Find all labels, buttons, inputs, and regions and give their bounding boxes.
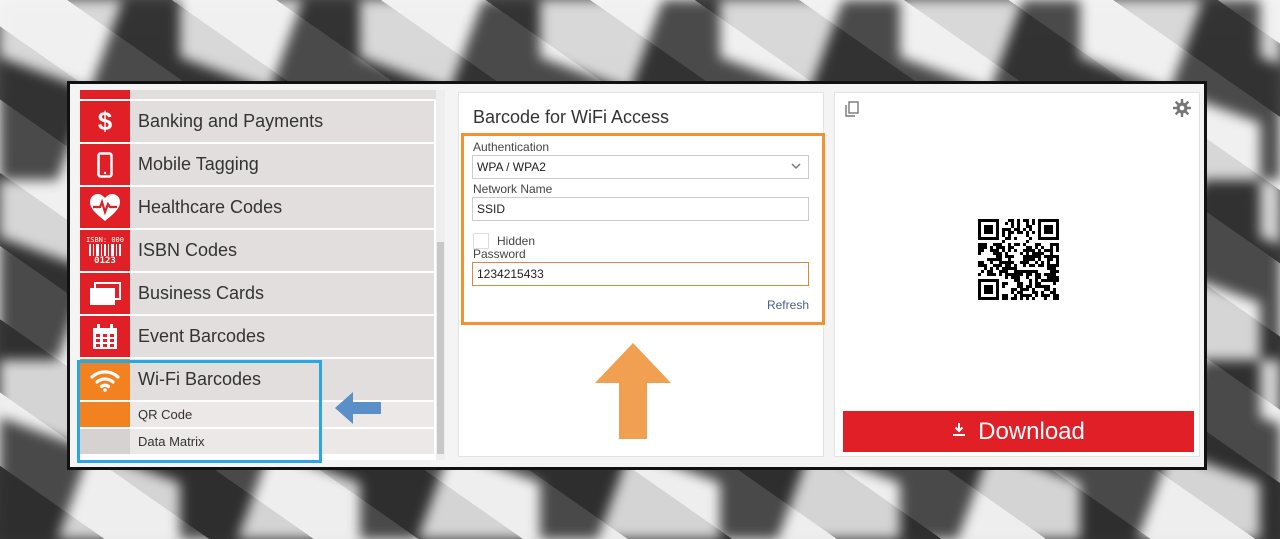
- barcode-preview-panel: Download: [834, 92, 1200, 457]
- wifi-highlight-box: [77, 360, 322, 463]
- isbn-icon-text-top: ISBN: 000: [86, 235, 124, 244]
- download-icon: [952, 422, 966, 441]
- calendar-icon: [80, 316, 130, 357]
- authentication-value: WPA / WPA2: [477, 160, 546, 174]
- authentication-select[interactable]: WPA / WPA2: [472, 155, 809, 179]
- network-name-value: SSID: [477, 202, 506, 216]
- up-arrow-icon: [595, 343, 671, 443]
- sidebar-item-healthcare[interactable]: Healthcare Codes: [80, 187, 434, 228]
- form-title: Barcode for WiFi Access: [473, 107, 670, 127]
- gear-icon[interactable]: [1173, 99, 1191, 122]
- sidebar-scrollbar[interactable]: [436, 90, 445, 460]
- left-arrow-icon: [335, 390, 381, 430]
- scrollbar-thumb[interactable]: [437, 242, 444, 454]
- refresh-link[interactable]: Refresh: [767, 298, 809, 312]
- isbn-icon-text-bottom: 0123: [94, 255, 116, 266]
- password-value: 1234215433: [477, 267, 544, 281]
- sidebar-item-business-cards[interactable]: Business Cards: [80, 273, 434, 314]
- sidebar-item-label: Banking and Payments: [138, 111, 324, 131]
- network-name-input[interactable]: SSID: [472, 197, 809, 221]
- sidebar-item-event-barcodes[interactable]: Event Barcodes: [80, 316, 434, 357]
- dollar-icon: $: [80, 101, 130, 142]
- isbn-barcode-icon: ISBN: 000 0123: [80, 230, 130, 271]
- copy-icon[interactable]: [845, 101, 859, 121]
- sidebar-item-isbn[interactable]: ISBN: 000 0123 ISBN Codes: [80, 230, 434, 271]
- sidebar-item-label: Mobile Tagging: [138, 154, 259, 174]
- business-cards-icon: [80, 273, 130, 314]
- wifi-form-panel: Barcode for WiFi Access Authentication W…: [458, 92, 825, 457]
- sidebar-item-label: Event Barcodes: [138, 326, 266, 346]
- barcode-generator-window: $ Banking and Payments Mobile Tagging He…: [67, 81, 1207, 470]
- network-name-label: Network Name: [473, 182, 553, 196]
- qr-code-image: [978, 219, 1059, 304]
- sidebar-item-banking[interactable]: $ Banking and Payments: [80, 101, 434, 142]
- sidebar-item-label: Healthcare Codes: [138, 197, 283, 217]
- password-input[interactable]: 1234215433: [472, 262, 809, 286]
- sidebar-item-label: ISBN Codes: [138, 240, 238, 260]
- authentication-label: Authentication: [473, 140, 550, 154]
- sidebar-item-mobile-tagging[interactable]: Mobile Tagging: [80, 144, 434, 185]
- sidebar-item-partial[interactable]: [80, 90, 445, 99]
- mobile-phone-icon: [80, 144, 130, 185]
- password-label: Password: [473, 247, 526, 261]
- download-button[interactable]: Download: [843, 411, 1194, 452]
- chevron-down-icon: [790, 160, 802, 175]
- heart-pulse-icon: [80, 187, 130, 228]
- hidden-label: Hidden: [497, 234, 536, 248]
- download-label: Download: [978, 417, 1085, 445]
- sidebar-item-label: Business Cards: [138, 283, 265, 303]
